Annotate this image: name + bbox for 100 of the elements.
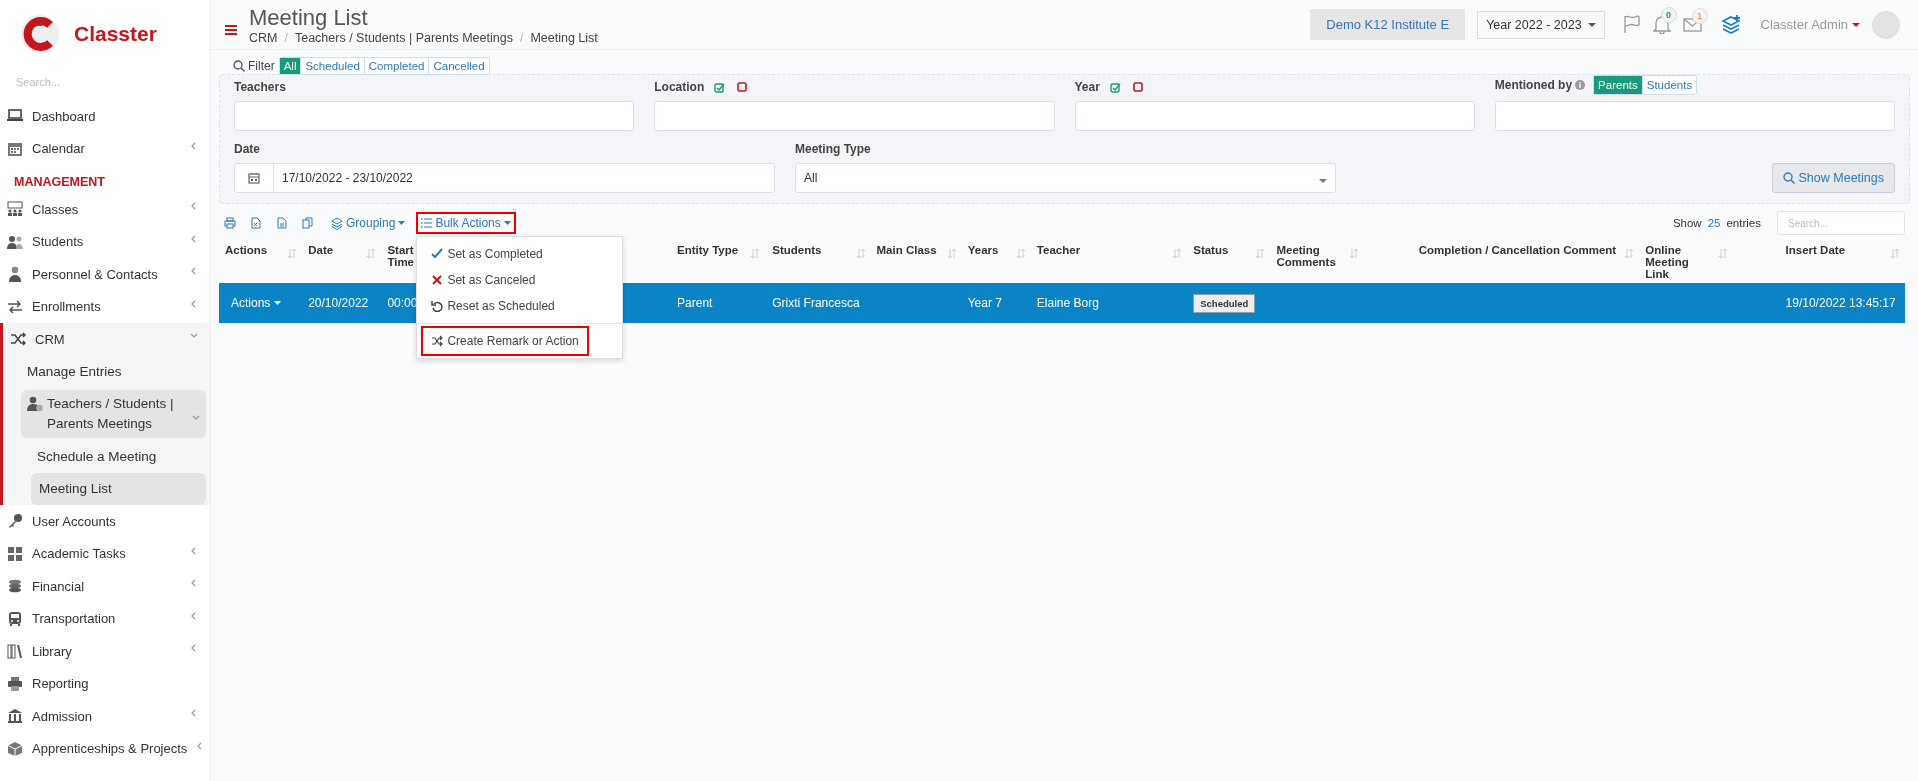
breadcrumb-link[interactable]: Teachers / Students | Parents Meetings bbox=[294, 30, 513, 45]
sidebar-item[interactable]: Admission bbox=[0, 700, 210, 733]
books-icon bbox=[7, 643, 23, 660]
sort-icon[interactable] bbox=[288, 248, 297, 259]
page-size-select[interactable]: 25 bbox=[1707, 217, 1721, 229]
sidebar-item[interactable]: Personnel & Contacts bbox=[0, 258, 210, 291]
sidebar-item[interactable]: User Accounts bbox=[0, 505, 210, 538]
sort-icon[interactable] bbox=[947, 248, 956, 259]
menu-item[interactable]: Create Remark or Action bbox=[423, 328, 587, 354]
chevron-icon[interactable] bbox=[190, 579, 198, 587]
sidebar-item[interactable]: Calendar bbox=[0, 132, 210, 165]
sidebar-item[interactable]: Teachers / Students | Parents Meetings bbox=[21, 390, 206, 438]
sidebar-item[interactable]: Classes bbox=[0, 193, 210, 226]
sidebar-item[interactable]: Reporting bbox=[0, 667, 210, 700]
column-header[interactable]: Meeting Comments bbox=[1270, 241, 1413, 283]
flag-icon[interactable] bbox=[1622, 15, 1641, 34]
sort-icon[interactable] bbox=[1016, 248, 1025, 259]
meeting-type-select[interactable]: All bbox=[795, 163, 1336, 193]
chevron-icon[interactable] bbox=[190, 267, 198, 275]
sort-icon[interactable] bbox=[1625, 248, 1634, 259]
show-meetings-button[interactable]: Show Meetings bbox=[1771, 163, 1895, 193]
year-dropdown[interactable]: Year 2022 - 2023 bbox=[1477, 10, 1605, 39]
calendar-icon bbox=[248, 172, 260, 184]
sort-icon[interactable] bbox=[1256, 248, 1265, 259]
layers-plus-icon[interactable] bbox=[1721, 15, 1741, 34]
grouping-button[interactable]: Grouping bbox=[328, 214, 409, 232]
sort-icon[interactable] bbox=[367, 248, 376, 259]
classroom-icon bbox=[7, 201, 23, 218]
chevron-icon[interactable] bbox=[190, 611, 198, 620]
chevron-icon[interactable] bbox=[190, 546, 198, 555]
chevron-icon[interactable] bbox=[192, 414, 200, 422]
search-field[interactable]: Search... bbox=[16, 74, 186, 90]
status-tab[interactable]: All bbox=[279, 58, 301, 74]
sidebar-item[interactable]: Meeting List bbox=[31, 472, 206, 505]
checked-square-icon[interactable] bbox=[714, 81, 726, 93]
sidebar-item[interactable]: Apprenticeships & Projects bbox=[0, 732, 210, 765]
sidebar-item[interactable]: Dashboard bbox=[0, 100, 210, 133]
input-field[interactable] bbox=[1494, 101, 1895, 131]
column-header[interactable]: Entity Type bbox=[671, 241, 767, 283]
status-tab[interactable]: Cancelled bbox=[428, 58, 489, 74]
sidebar-item[interactable]: Transportation bbox=[0, 602, 210, 635]
coins-icon bbox=[7, 578, 23, 595]
sidebar-item[interactable]: Schedule a Meeting bbox=[3, 440, 210, 473]
column-header[interactable]: Date bbox=[302, 241, 382, 283]
sidebar-item[interactable]: Students bbox=[0, 225, 210, 258]
input-field[interactable] bbox=[234, 101, 635, 131]
chevron-icon[interactable] bbox=[190, 709, 198, 717]
copy-icon[interactable] bbox=[302, 217, 314, 229]
chevron-icon[interactable] bbox=[190, 234, 198, 243]
checked-square-icon[interactable] bbox=[1109, 81, 1121, 93]
sidebar-item[interactable]: Academic Tasks bbox=[0, 537, 210, 570]
bus-icon bbox=[7, 610, 23, 627]
spreadsheet-file-icon[interactable] bbox=[250, 217, 262, 229]
person-icon bbox=[7, 266, 23, 283]
column-header[interactable]: Actions bbox=[219, 241, 303, 283]
sidebar-item[interactable]: Manage Entries bbox=[3, 355, 210, 388]
printer-icon[interactable] bbox=[224, 217, 236, 229]
chevron-icon[interactable] bbox=[190, 202, 198, 210]
column-header[interactable]: Main Class bbox=[870, 241, 962, 283]
column-header[interactable]: Completion / Cancellation Comment bbox=[1412, 241, 1640, 283]
column-header[interactable]: Students bbox=[766, 241, 871, 283]
sort-icon[interactable] bbox=[1719, 248, 1728, 259]
empty-square-icon[interactable] bbox=[1132, 82, 1143, 92]
date-range-field[interactable]: 17/10/2022 - 23/10/2022 bbox=[234, 163, 775, 193]
bulk-actions-button[interactable]: Bulk Actions bbox=[418, 214, 514, 232]
envelope-icon[interactable] bbox=[1682, 15, 1702, 34]
sort-icon[interactable] bbox=[1350, 248, 1359, 259]
sidebar-item[interactable]: Enrollments bbox=[0, 290, 210, 323]
input-field[interactable] bbox=[1074, 101, 1475, 131]
column-header[interactable]: Online Meeting Link bbox=[1639, 241, 1780, 283]
sidebar-item[interactable]: CRM bbox=[3, 323, 210, 356]
mentioned-by-tab[interactable]: Students bbox=[1641, 76, 1697, 94]
document-file-icon[interactable] bbox=[276, 217, 288, 229]
chevron-icon[interactable] bbox=[190, 332, 198, 340]
menu-icon[interactable] bbox=[225, 23, 237, 36]
column-header[interactable]: Teacher bbox=[1030, 241, 1188, 283]
table-search-field[interactable]: Search... bbox=[1777, 211, 1905, 235]
sort-icon[interactable] bbox=[1891, 248, 1899, 259]
sidebar-item[interactable]: Library bbox=[0, 635, 210, 668]
chevron-icon[interactable] bbox=[190, 644, 198, 652]
table-cell: Grixti Francesca bbox=[766, 283, 871, 323]
menu-item[interactable]: Reset as Scheduled bbox=[423, 293, 563, 319]
mentioned-by-tab[interactable]: Parents bbox=[1594, 76, 1642, 94]
calendar-icon bbox=[7, 140, 23, 157]
chevron-icon[interactable] bbox=[190, 141, 198, 150]
sidebar-item[interactable]: Financial bbox=[0, 570, 210, 603]
sort-icon[interactable] bbox=[751, 248, 760, 259]
sort-icon[interactable] bbox=[856, 248, 865, 259]
institute-button[interactable]: Demo K12 Institute E bbox=[1310, 9, 1466, 40]
input-field[interactable] bbox=[654, 101, 1055, 131]
table-cell: Year 7 bbox=[961, 283, 1031, 323]
column-header[interactable]: Status bbox=[1187, 241, 1271, 283]
chevron-icon[interactable] bbox=[190, 299, 198, 308]
menu-item[interactable]: Set as Completed bbox=[423, 241, 551, 267]
column-header[interactable]: Insert Date bbox=[1779, 241, 1905, 283]
breadcrumb-separator: / bbox=[284, 30, 288, 45]
breadcrumb-link[interactable]: CRM bbox=[249, 30, 278, 45]
sort-icon[interactable] bbox=[1173, 248, 1182, 259]
column-header[interactable]: Years bbox=[961, 241, 1031, 283]
empty-square-icon[interactable] bbox=[737, 82, 748, 92]
